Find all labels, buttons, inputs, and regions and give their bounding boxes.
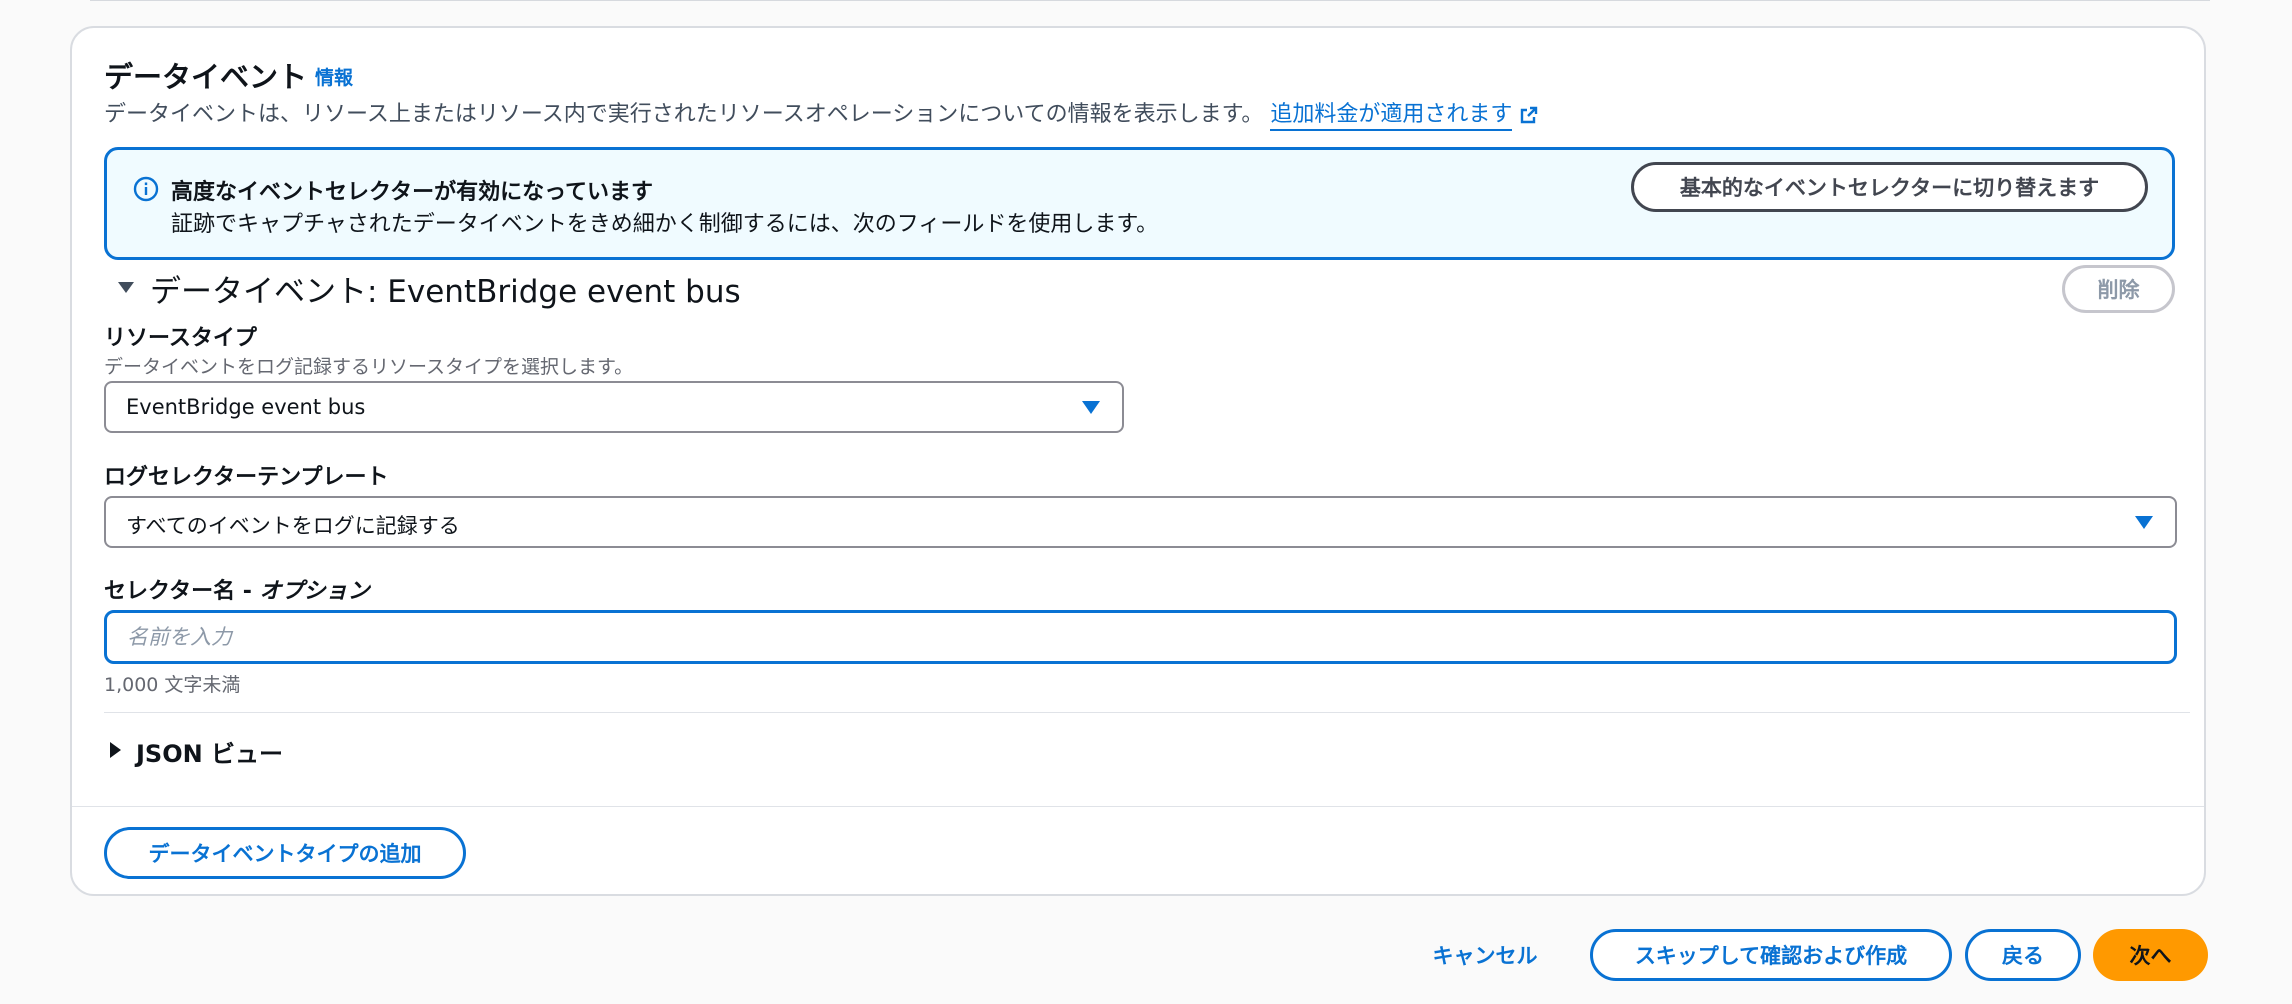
- character-limit-hint: 1,000 文字未満: [104, 674, 241, 696]
- selector-name-input[interactable]: [104, 610, 2177, 664]
- resource-type-select[interactable]: EventBridge event bus: [104, 381, 1124, 433]
- alert-body: 証跡でキャプチャされたデータイベントをきめ細かく制御するには、次のフィールドを使…: [171, 212, 1159, 237]
- dropdown-caret-icon: [1082, 401, 1100, 414]
- resource-type-description: データイベントをログ記録するリソースタイプを選択します。: [104, 356, 634, 378]
- top-divider: [90, 0, 2210, 1]
- resource-type-label: リソースタイプ: [104, 326, 257, 351]
- data-events-panel: データイベント 情報 データイベントは、リソース上またはリソース内で実行されたリ…: [70, 26, 2206, 896]
- dropdown-caret-icon: [2135, 516, 2153, 529]
- optional-label: オプション: [259, 579, 370, 604]
- info-alert: 高度なイベントセレクターが有効になっています 証跡でキャプチャされたデータイベン…: [104, 147, 2175, 260]
- log-selector-template-label: ログセレクターテンプレート: [104, 465, 389, 490]
- alert-title: 高度なイベントセレクターが有効になっています: [171, 180, 654, 205]
- info-icon: [133, 176, 159, 202]
- expand-caret-icon[interactable]: [110, 742, 121, 758]
- selector-name-label: セレクター名 - オプション: [104, 573, 370, 605]
- cancel-button[interactable]: キャンセル: [1410, 929, 1560, 981]
- panel-title: データイベント: [104, 60, 308, 94]
- add-data-event-type-button[interactable]: データイベントタイプの追加: [104, 827, 466, 879]
- panel-description: データイベントは、リソース上またはリソース内で実行されたリソースオペレーションに…: [104, 96, 1538, 131]
- divider: [72, 806, 2204, 807]
- selector-name-label-text: セレクター名 -: [104, 579, 260, 604]
- next-button[interactable]: 次へ: [2093, 929, 2208, 981]
- delete-button[interactable]: 削除: [2062, 265, 2175, 313]
- description-text: データイベントは、リソース上またはリソース内で実行されたリソースオペレーションに…: [104, 102, 1264, 127]
- section-title: データイベント: EventBridge event bus: [150, 274, 741, 310]
- resource-type-value: EventBridge event bus: [126, 395, 366, 419]
- external-link-icon: [1521, 106, 1538, 124]
- pricing-link-label: 追加料金が適用されます: [1270, 102, 1513, 131]
- log-selector-template-select[interactable]: すべてのイベントをログに記録する: [104, 496, 2177, 548]
- back-button[interactable]: 戻る: [1965, 929, 2081, 981]
- json-view-toggle[interactable]: JSON ビュー: [136, 734, 283, 769]
- switch-basic-selectors-button[interactable]: 基本的なイベントセレクターに切り替えます: [1631, 162, 2148, 212]
- section-collapse-caret-icon[interactable]: [118, 282, 134, 293]
- divider: [104, 712, 2190, 713]
- info-link[interactable]: 情報: [315, 63, 353, 90]
- skip-to-review-button[interactable]: スキップして確認および作成: [1590, 929, 1952, 981]
- pricing-link[interactable]: 追加料金が適用されます: [1270, 102, 1538, 131]
- log-selector-template-value: すべてのイベントをログに記録する: [126, 514, 460, 538]
